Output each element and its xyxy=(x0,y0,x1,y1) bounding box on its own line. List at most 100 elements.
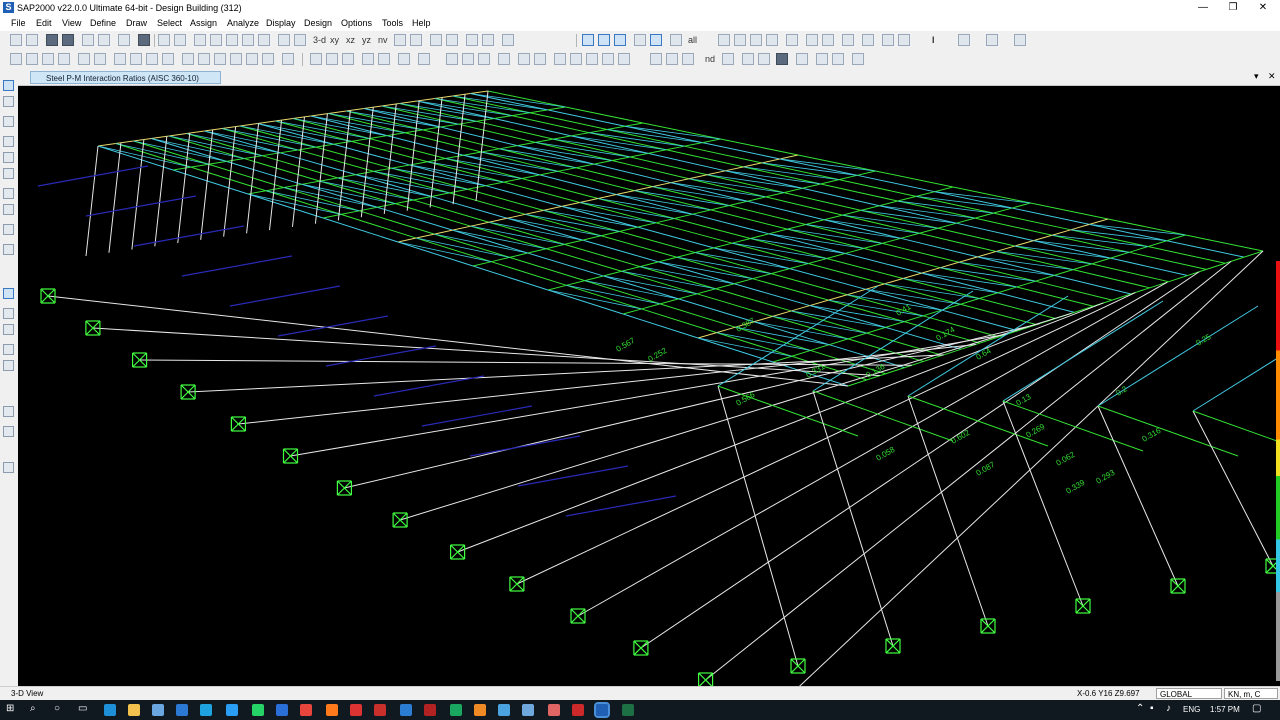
excel-icon[interactable] xyxy=(622,704,634,716)
language-indicator[interactable]: ENG xyxy=(1183,705,1200,714)
save-icon[interactable] xyxy=(46,34,58,46)
draw-special-joint-icon[interactable] xyxy=(10,53,22,65)
view-xy-button[interactable]: xy xyxy=(330,35,339,45)
design-verify-icon[interactable] xyxy=(758,53,770,65)
edge-icon[interactable] xyxy=(104,704,116,716)
menu-options[interactable]: Options xyxy=(341,18,372,28)
design-frame-icon[interactable] xyxy=(650,53,662,65)
minimize-button[interactable]: — xyxy=(1186,0,1220,16)
clear-selection-icon[interactable] xyxy=(670,34,682,46)
app-window-icon[interactable] xyxy=(276,704,288,716)
show-stresses-icon[interactable] xyxy=(378,53,390,65)
view-menu-icon[interactable]: ▾ xyxy=(1254,71,1259,82)
zoom-previous-icon[interactable] xyxy=(258,34,270,46)
show-tables-icon[interactable] xyxy=(418,53,430,65)
assign-area-icon[interactable] xyxy=(246,53,258,65)
view-nv-button[interactable]: nv xyxy=(378,35,388,45)
run-analysis-icon[interactable] xyxy=(158,34,170,46)
assign-load-icon[interactable] xyxy=(230,53,242,65)
lightning-icon[interactable] xyxy=(796,53,808,65)
sap2000-app-icon[interactable]: S xyxy=(3,2,14,13)
open-icon[interactable] xyxy=(26,34,38,46)
reference-line-icon[interactable] xyxy=(462,53,474,65)
draw-secondary-icon[interactable] xyxy=(586,53,598,65)
show-deformed-icon[interactable] xyxy=(342,53,354,65)
rotate-view-icon[interactable] xyxy=(394,34,406,46)
snap-icon[interactable] xyxy=(862,34,874,46)
view-xz-button[interactable]: xz xyxy=(346,35,355,45)
view-tab-title[interactable]: Steel P-M Interaction Ratios (AISC 360-1… xyxy=(30,71,221,84)
network-icon[interactable]: ▪ xyxy=(1150,703,1154,714)
view-3d-button[interactable]: 3-d xyxy=(313,35,326,45)
file-explorer-icon[interactable] xyxy=(128,704,140,716)
zoom-restore-icon[interactable] xyxy=(210,34,222,46)
reshape-tool-icon[interactable] xyxy=(3,96,14,107)
select-intersect-tool-icon[interactable] xyxy=(3,324,14,335)
show-forces-icon[interactable] xyxy=(362,53,374,65)
refresh-icon[interactable] xyxy=(118,34,130,46)
show-undeformed-icon[interactable] xyxy=(310,53,322,65)
close-window-button[interactable]: ✕ xyxy=(1246,0,1280,16)
etabs-icon[interactable] xyxy=(498,704,510,716)
maximize-button[interactable]: ❐ xyxy=(1216,0,1250,16)
draw-solid-icon[interactable] xyxy=(78,53,90,65)
draw-dropdown-icon[interactable] xyxy=(618,53,630,65)
show-loads-icon[interactable] xyxy=(326,53,338,65)
grid-dropdown-icon[interactable] xyxy=(502,34,514,46)
settings-icon[interactable] xyxy=(832,53,844,65)
draw-area-icon[interactable] xyxy=(42,53,54,65)
quick-frame-tool-icon[interactable] xyxy=(3,152,14,163)
skype-icon[interactable] xyxy=(200,704,212,716)
design-check-icon[interactable] xyxy=(666,53,678,65)
display-options-icon[interactable] xyxy=(466,34,478,46)
menu-define[interactable]: Define xyxy=(90,18,116,28)
select-poly-icon[interactable] xyxy=(634,34,646,46)
design-results-icon[interactable] xyxy=(742,53,754,65)
select-all-button[interactable]: all xyxy=(688,35,697,45)
quick-draw-icon[interactable] xyxy=(498,53,510,65)
tool-app-icon[interactable] xyxy=(548,704,560,716)
text-tool-button[interactable]: I xyxy=(932,35,935,45)
move-up-icon[interactable] xyxy=(430,34,442,46)
windows-start-icon[interactable]: ⊞ xyxy=(6,703,14,714)
acrobat-icon[interactable] xyxy=(572,704,584,716)
show-virtual-work-icon[interactable] xyxy=(398,53,410,65)
align-icon[interactable] xyxy=(806,34,818,46)
menu-file[interactable]: File xyxy=(11,18,26,28)
menu-analyze[interactable]: Analyze xyxy=(227,18,259,28)
cortana-icon[interactable]: ○ xyxy=(54,703,60,714)
new-model-icon[interactable] xyxy=(10,34,22,46)
draw-beam-icon[interactable] xyxy=(554,53,566,65)
sap2000-taskbar-icon[interactable] xyxy=(594,702,610,718)
select-line-tool-icon[interactable] xyxy=(3,308,14,319)
mail-icon[interactable] xyxy=(176,704,188,716)
volume-icon[interactable]: ♪ xyxy=(1166,703,1171,714)
paste-icon[interactable] xyxy=(750,34,762,46)
snap-joint-icon[interactable] xyxy=(3,344,14,355)
move-icon[interactable] xyxy=(842,34,854,46)
select-intersect-icon[interactable] xyxy=(598,34,610,46)
snap-options-tool-icon[interactable] xyxy=(3,462,14,473)
draw-solid-tool-icon[interactable] xyxy=(3,244,14,255)
snap-dropdown-icon[interactable] xyxy=(898,34,910,46)
section-cut-icon[interactable] xyxy=(446,53,458,65)
tray-chevron-icon[interactable]: ⌃ xyxy=(1136,703,1144,714)
assign-temp-icon[interactable] xyxy=(282,53,294,65)
replicate-icon[interactable] xyxy=(786,34,798,46)
help-icon[interactable] xyxy=(852,53,864,65)
pointer-info-icon[interactable] xyxy=(294,34,306,46)
close-view-icon[interactable]: ✕ xyxy=(1268,71,1276,82)
menu-help[interactable]: Help xyxy=(412,18,431,28)
menu-view[interactable]: View xyxy=(62,18,81,28)
snap-options-icon[interactable] xyxy=(882,34,894,46)
assign-area-load-icon[interactable] xyxy=(262,53,274,65)
link-icon[interactable] xyxy=(1014,34,1026,46)
menu-select[interactable]: Select xyxy=(157,18,182,28)
select-pointer-icon[interactable] xyxy=(582,34,594,46)
pointer-tool-icon[interactable] xyxy=(3,80,14,91)
lock-icon[interactable] xyxy=(138,34,150,46)
assign-restraint-icon[interactable] xyxy=(130,53,142,65)
vlc-icon[interactable] xyxy=(474,704,486,716)
snap-midpoint-icon[interactable] xyxy=(3,360,14,371)
select-window-icon[interactable] xyxy=(614,34,626,46)
